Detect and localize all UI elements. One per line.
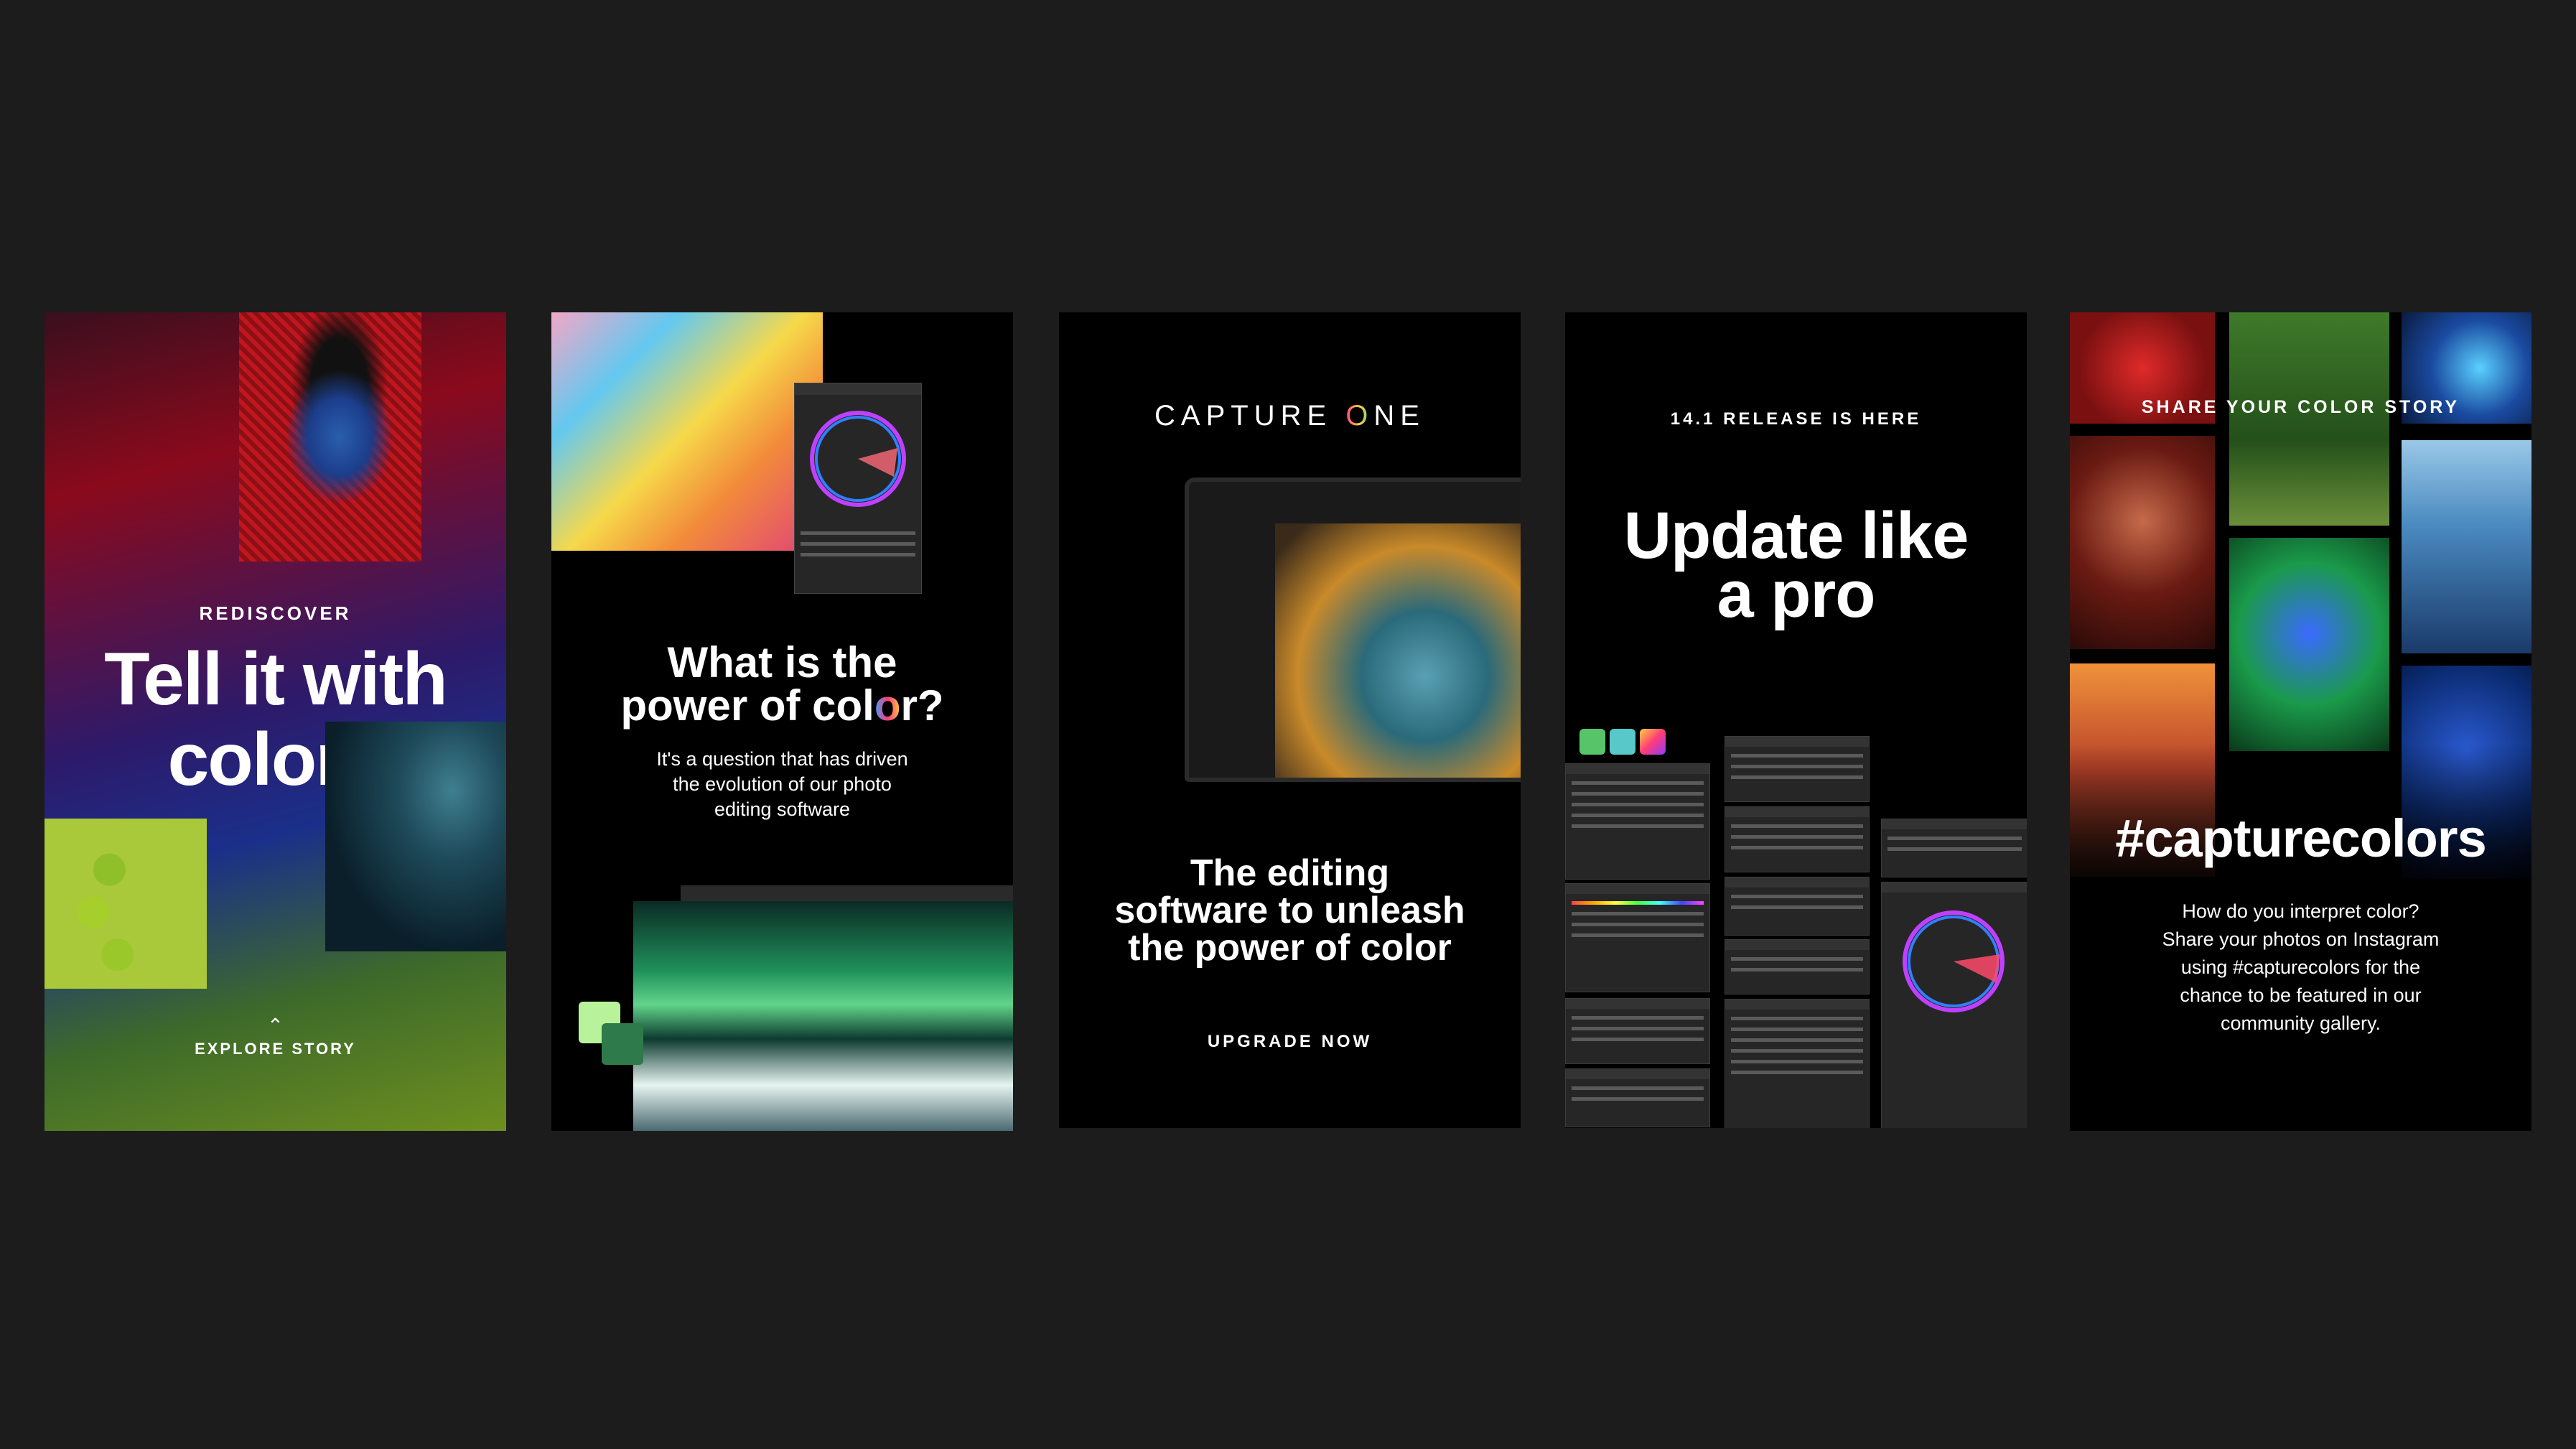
color-editor-panel [1881,882,2027,1128]
body-text: How do you interpret color? Share your p… [2070,898,2531,1038]
story-card-rediscover[interactable]: REDISCOVER Tell it with colors ⌃ EXPLORE… [45,312,506,1131]
tool-panel [1565,763,1710,880]
color-wheel-icon [1903,910,2005,1012]
body-line: using #capturecolors for the [2180,956,2421,978]
portrait-photo-blue-face [239,312,421,562]
tagline-line: the power of color [1128,927,1452,969]
story-card-power-of-color[interactable]: What is the power of color? It's a quest… [551,312,1013,1131]
aurora-photo [633,901,1013,1131]
colorful-faces-photo [551,312,823,551]
story-card-capturecolors[interactable]: SHARE YOUR COLOR STORY #capturecolors Ho… [2070,312,2531,1131]
body-line: How do you interpret color? [2182,900,2419,922]
body-line: community gallery. [2220,1012,2381,1034]
headline-line: power of color? [551,684,1013,727]
kicker: 14.1 RELEASE IS HERE [1670,409,1922,429]
gallery-photo-mountains [2402,440,2531,653]
tool-panel [1565,1068,1710,1127]
tagline-line: software to unleash [1114,890,1465,931]
explore-story-link[interactable]: EXPLORE STORY [45,1040,506,1058]
headline-part: power of col [620,681,874,730]
color-editor-panel [794,383,922,594]
headline-line: Update like [1623,499,1969,572]
headline: What is the power of color? [551,641,1013,727]
swatch [1579,729,1605,755]
tool-panel [1725,736,1870,802]
green-swatch [602,1023,643,1065]
tool-panel [1725,877,1870,936]
body-line: editing software [714,798,851,820]
tool-panel [1565,883,1710,992]
color-wheel-icon [810,411,906,507]
toolbar-icon [1910,781,2017,802]
kicker: REDISCOVER [199,602,352,624]
headline-line: a pro [1717,558,1876,631]
gallery-photo-portrait-red [2070,436,2215,649]
logo-o: O [1345,400,1374,432]
hashtag[interactable]: #capturecolors [2070,808,2531,869]
body-line: Share your photos on Instagram [2162,928,2440,950]
headline-line: Tell it with [104,638,448,721]
body-line: chance to be featured in our [2180,984,2422,1006]
tool-panel [1565,998,1710,1064]
tagline: The editing software to unleash the powe… [1059,854,1521,966]
body-line: It's a question that has driven [656,748,908,770]
body-text: It's a question that has driven the evol… [551,747,1013,822]
logo-part: CAPTURE [1154,400,1346,432]
kicker: SHARE YOUR COLOR STORY [2141,397,2460,417]
upgrade-now-button[interactable]: UPGRADE NOW [1059,1032,1521,1052]
headline: Update like a pro [1565,499,2027,631]
gallery-photo-forest [2229,312,2389,526]
chevron-up-icon[interactable]: ⌃ [45,1014,506,1038]
gallery-photo-portrait-green [2229,538,2389,751]
tagline-line: The editing [1190,852,1390,894]
story-card-capture-one[interactable]: CAPTURE ONE The editing software to unle… [1059,312,1521,1128]
logo-part: NE [1373,400,1425,432]
story-card-release[interactable]: 14.1 RELEASE IS HERE Update like a pro [1565,312,2027,1128]
diver-underwater-photo [325,722,506,951]
swatch [1610,729,1635,755]
body-line: the evolution of our photo [673,773,892,795]
headline-line: What is the [667,638,897,686]
tool-panel [1881,819,2027,877]
tool-panel [1725,999,1870,1128]
toolbar-icon [681,885,1013,901]
tool-panel [1725,806,1870,872]
headline-part: r? [900,681,944,730]
capture-one-logo: CAPTURE ONE [1059,400,1521,432]
tool-panel [1725,939,1870,994]
swatch [1640,729,1666,755]
donut-still-life-photo [45,819,207,989]
laptop-screenshot [1185,477,1521,782]
colored-o: o [874,681,901,730]
